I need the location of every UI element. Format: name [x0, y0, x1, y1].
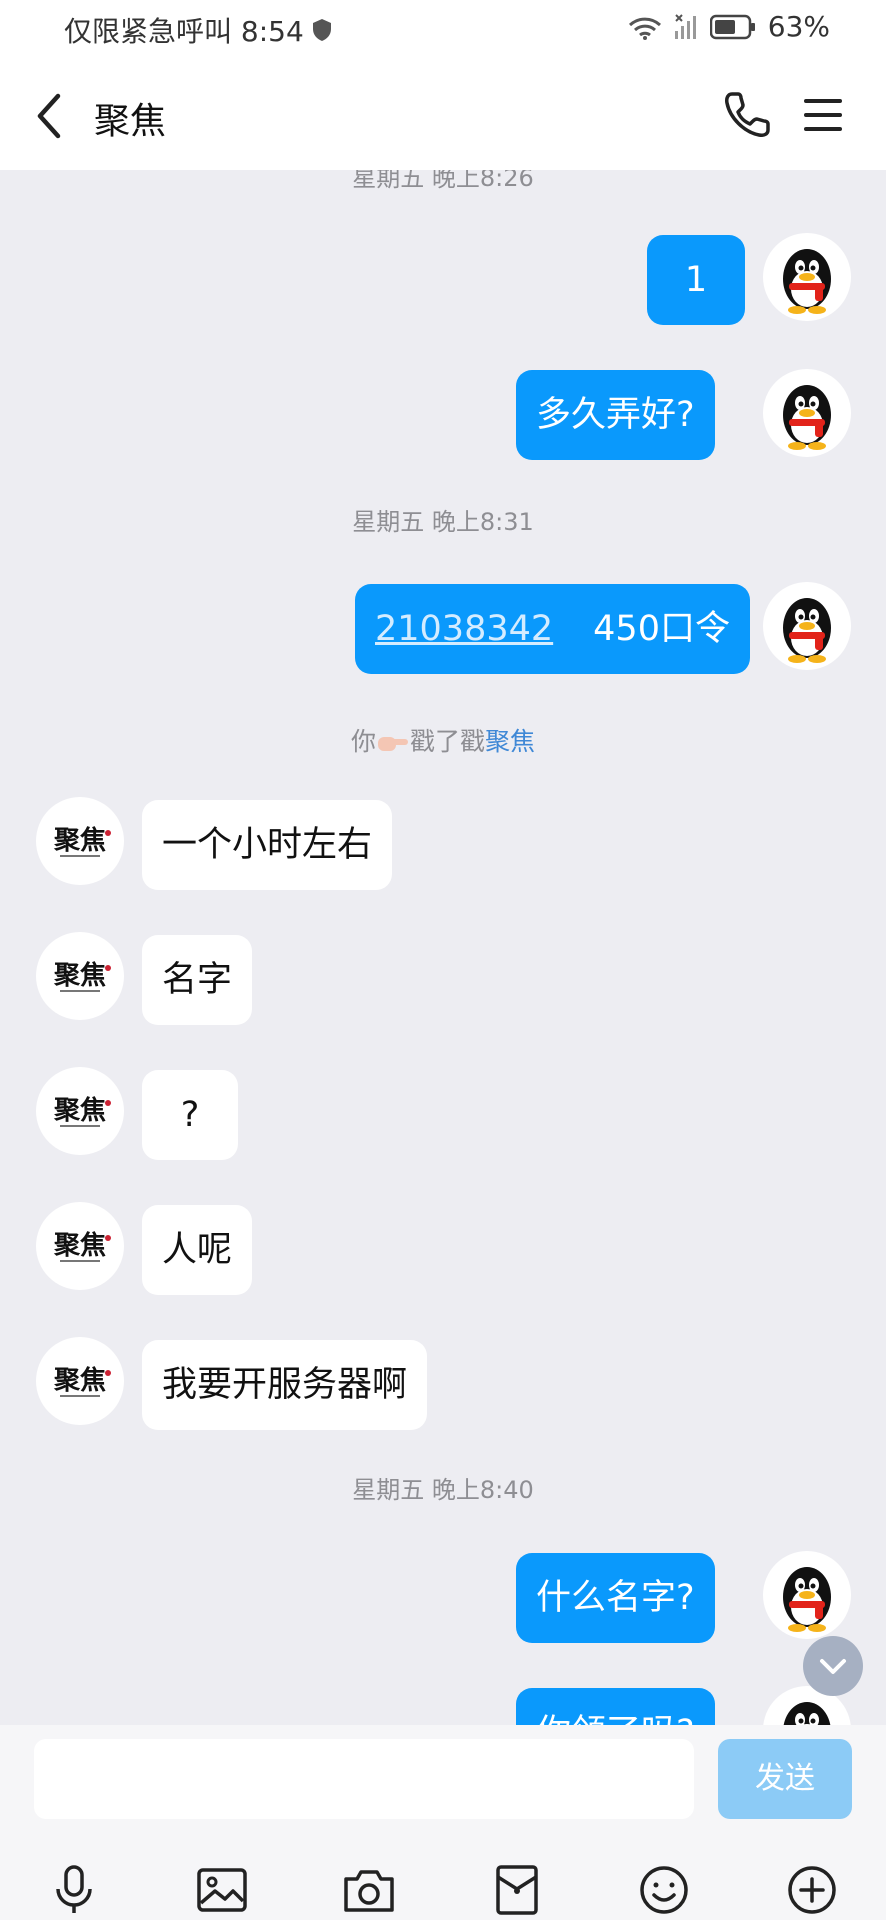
poke-action: 戳了戳 — [409, 727, 485, 756]
shield-icon — [312, 19, 331, 41]
qq-penguin-icon — [783, 385, 831, 450]
scroll-down-icon — [820, 1659, 846, 1674]
outgoing-message[interactable]: 你领了吗? — [516, 1688, 715, 1725]
chat-title: 聚焦 — [94, 101, 167, 142]
my-avatar[interactable] — [763, 233, 851, 321]
outgoing-message[interactable]: 多久弄好? — [516, 370, 715, 460]
message-text: 450口令 — [593, 609, 730, 649]
status-left: 仅限紧急呼叫 8:54 — [64, 10, 332, 50]
battery-icon — [709, 14, 755, 39]
qq-penguin-icon — [783, 249, 831, 314]
poke-you: 你 — [350, 727, 376, 756]
my-avatar[interactable] — [763, 1551, 851, 1639]
brand-logo: 聚焦 — [53, 960, 111, 992]
svg-text:聚焦: 聚焦 — [53, 960, 106, 991]
chat-header: 聚焦 — [0, 62, 886, 170]
my-avatar[interactable] — [763, 582, 851, 670]
status-right: 63% — [628, 10, 830, 43]
incoming-message[interactable]: 一个小时左右 — [142, 800, 393, 890]
status-emergency-time: 仅限紧急呼叫 8:54 — [64, 15, 304, 48]
menu-icon[interactable] — [802, 96, 844, 134]
timestamp: 星期五 晚上8:26 — [352, 170, 534, 192]
svg-text:聚焦: 聚焦 — [53, 1230, 106, 1261]
timestamp: 星期五 晚上8:31 — [352, 508, 534, 536]
mic-icon[interactable] — [47, 1863, 101, 1917]
brand-logo: 聚焦 — [53, 825, 111, 857]
plus-icon[interactable] — [785, 1863, 839, 1917]
send-button[interactable]: 发送 — [718, 1739, 852, 1819]
input-bar: 发送 — [0, 1725, 886, 1920]
svg-text:聚焦: 聚焦 — [53, 825, 106, 856]
incoming-message[interactable]: 名字 — [142, 935, 253, 1025]
brand-logo: 聚焦 — [53, 1365, 111, 1397]
back-icon[interactable] — [30, 90, 70, 142]
brand-logo: 聚焦 — [53, 1095, 111, 1127]
scroll-to-bottom-button[interactable] — [803, 1636, 863, 1696]
emoji-icon[interactable] — [637, 1863, 691, 1917]
qq-penguin-icon — [783, 598, 831, 663]
contact-avatar[interactable]: 聚焦 — [36, 932, 124, 1020]
qq-penguin-icon — [783, 1567, 831, 1632]
poke-notice: 你 戳了戳聚焦 — [0, 722, 886, 758]
incoming-message[interactable]: ? — [142, 1070, 238, 1160]
svg-text:聚焦: 聚焦 — [53, 1095, 106, 1126]
message-input[interactable] — [34, 1739, 694, 1819]
message-list[interactable]: 星期五 晚上8:26 1 多久弄好? 星期五 晚上8:31 21038342 4… — [0, 170, 886, 1725]
my-avatar[interactable] — [763, 369, 851, 457]
contact-avatar[interactable]: 聚焦 — [36, 1202, 124, 1290]
brand-logo: 聚焦 — [53, 1230, 111, 1262]
outgoing-message[interactable]: 什么名字? — [516, 1553, 715, 1643]
contact-avatar[interactable]: 聚焦 — [36, 1067, 124, 1155]
contact-avatar[interactable]: 聚焦 — [36, 1337, 124, 1425]
outgoing-message[interactable]: 21038342 450口令 — [355, 584, 750, 674]
camera-icon[interactable] — [342, 1863, 396, 1917]
contact-avatar[interactable]: 聚焦 — [36, 797, 124, 885]
poke-target[interactable]: 聚焦 — [485, 727, 535, 756]
red-packet-icon[interactable] — [490, 1863, 544, 1917]
poke-hand-icon — [377, 737, 408, 751]
battery-percent: 63% — [767, 10, 830, 43]
outgoing-message[interactable]: 1 — [647, 235, 745, 325]
signal-icon — [674, 13, 696, 39]
incoming-message[interactable]: 我要开服务器啊 — [142, 1340, 428, 1430]
phone-icon[interactable] — [722, 90, 772, 140]
svg-text:聚焦: 聚焦 — [53, 1365, 106, 1396]
incoming-message[interactable]: 人呢 — [142, 1205, 253, 1295]
timestamp: 星期五 晚上8:40 — [352, 1476, 534, 1504]
wifi-icon — [628, 17, 661, 40]
image-icon[interactable] — [195, 1863, 249, 1917]
message-link[interactable]: 21038342 — [375, 609, 553, 649]
status-bar: 仅限紧急呼叫 8:54 63% — [0, 0, 886, 62]
